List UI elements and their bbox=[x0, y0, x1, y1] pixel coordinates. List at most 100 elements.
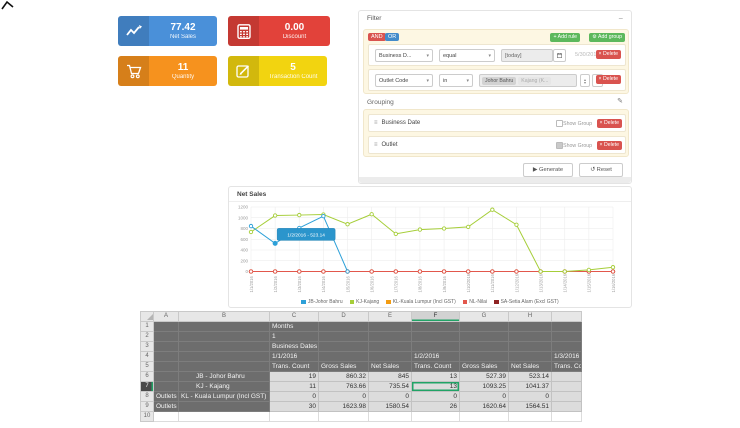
cell-I5[interactable]: Trans. Count bbox=[551, 361, 582, 372]
cell-A1[interactable] bbox=[153, 321, 179, 332]
chart-svg[interactable]: 0 200 400 600 800 1000 1200 1/1/2016 1/2/2016 1/3… bbox=[229, 203, 633, 295]
cell-G5[interactable]: Gross Sales bbox=[459, 361, 509, 372]
calendar-icon[interactable] bbox=[553, 49, 566, 62]
cell-A10[interactable] bbox=[153, 411, 179, 422]
col-header-E[interactable]: E bbox=[368, 311, 412, 322]
cell-F5[interactable]: Trans. Count bbox=[411, 361, 460, 372]
delete-grouping-button[interactable]: × Delete bbox=[596, 118, 622, 128]
row-header-7[interactable]: 7 bbox=[140, 381, 154, 392]
cell-G2[interactable] bbox=[459, 331, 509, 342]
cell-D3[interactable] bbox=[318, 341, 369, 352]
row-header-10[interactable]: 10 bbox=[140, 411, 154, 422]
cell-H7[interactable]: 1041.37 bbox=[508, 381, 552, 392]
cell-F4[interactable]: 1/2/2016 bbox=[411, 351, 460, 362]
cell-G1[interactable] bbox=[459, 321, 509, 332]
cell-I2[interactable] bbox=[551, 331, 582, 342]
cell-C7[interactable]: 11 bbox=[269, 381, 319, 392]
cell-B7[interactable]: KJ - Kajang bbox=[178, 381, 270, 392]
cell-F6[interactable]: 13 bbox=[411, 371, 460, 382]
cell-I8[interactable] bbox=[551, 391, 582, 402]
cell-F10[interactable] bbox=[411, 411, 460, 422]
cell-A6[interactable] bbox=[153, 371, 179, 382]
col-header-partial[interactable] bbox=[551, 311, 582, 322]
cell-A7[interactable] bbox=[153, 381, 179, 392]
cell-F9[interactable]: 26 bbox=[411, 401, 460, 412]
option-chip[interactable]: Kajang (K... bbox=[518, 76, 552, 85]
cell-G9[interactable]: 1620.64 bbox=[459, 401, 509, 412]
row-header-8[interactable]: 8 bbox=[140, 391, 154, 402]
collapse-icon[interactable]: − bbox=[618, 14, 623, 23]
row-header-2[interactable]: 2 bbox=[140, 331, 154, 342]
cell-C4[interactable]: 1/1/2016 bbox=[269, 351, 319, 362]
cell-F2[interactable] bbox=[411, 331, 460, 342]
cell-F7[interactable]: 13 bbox=[411, 381, 460, 392]
cell-E5[interactable]: Net Sales bbox=[368, 361, 412, 372]
row-header-5[interactable]: 5 bbox=[140, 361, 154, 372]
cell-C6[interactable]: 19 bbox=[269, 371, 319, 382]
col-header-G[interactable]: G bbox=[459, 311, 509, 322]
cell-F3[interactable] bbox=[411, 341, 460, 352]
cell-E2[interactable] bbox=[368, 331, 412, 342]
cell-B3[interactable] bbox=[178, 341, 270, 352]
cell-E6[interactable]: 845 bbox=[368, 371, 412, 382]
cell-C9[interactable]: 30 bbox=[269, 401, 319, 412]
cell-H1[interactable] bbox=[508, 321, 552, 332]
cell-I9[interactable] bbox=[551, 401, 582, 412]
delete-rule-button[interactable]: × Delete bbox=[595, 49, 621, 59]
col-header-F[interactable]: F bbox=[411, 311, 460, 322]
cell-H6[interactable]: 523.14 bbox=[508, 371, 552, 382]
cell-I7[interactable] bbox=[551, 381, 582, 392]
drag-handle-icon[interactable]: ≡ bbox=[374, 142, 378, 148]
cell-C8[interactable]: 0 bbox=[269, 391, 319, 402]
cell-F1[interactable] bbox=[411, 321, 460, 332]
legend-item[interactable]: NL-Nilai bbox=[462, 299, 487, 305]
legend-item[interactable]: SA-Setia Alam (Excl GST) bbox=[494, 299, 559, 305]
add-group-button[interactable]: ⚙ Add group bbox=[589, 32, 625, 42]
cell-H3[interactable] bbox=[508, 341, 552, 352]
row-header-1[interactable]: 1 bbox=[140, 321, 154, 332]
cell-H4[interactable] bbox=[508, 351, 552, 362]
operator-select[interactable]: in ▾ bbox=[439, 74, 473, 87]
cell-D2[interactable] bbox=[318, 331, 369, 342]
cell-A5[interactable] bbox=[153, 361, 179, 372]
cell-D1[interactable] bbox=[318, 321, 369, 332]
cell-E10[interactable] bbox=[368, 411, 412, 422]
show-group-checkbox[interactable] bbox=[556, 120, 563, 127]
cell-D6[interactable]: 860.32 bbox=[318, 371, 369, 382]
legend-item[interactable]: KJ-Kajang bbox=[349, 299, 379, 305]
cell-D9[interactable]: 1623.98 bbox=[318, 401, 369, 412]
cell-C2[interactable]: 1 bbox=[269, 331, 319, 342]
cell-C5[interactable]: Trans. Count bbox=[269, 361, 319, 372]
cell-D4[interactable] bbox=[318, 351, 369, 362]
generate-button[interactable]: ▶ Generate bbox=[523, 163, 573, 177]
pencil-icon[interactable]: ✎ bbox=[617, 97, 623, 105]
reset-button[interactable]: ↺ Reset bbox=[579, 163, 623, 177]
col-header-A[interactable]: A bbox=[153, 311, 179, 322]
cell-E8[interactable]: 0 bbox=[368, 391, 412, 402]
cell-B1[interactable] bbox=[178, 321, 270, 332]
cell-B9[interactable] bbox=[178, 401, 270, 412]
cell-B2[interactable] bbox=[178, 331, 270, 342]
cell-E7[interactable]: 735.54 bbox=[368, 381, 412, 392]
date-value-input[interactable]: [today] bbox=[501, 49, 553, 62]
cell-D10[interactable] bbox=[318, 411, 369, 422]
cell-A8[interactable]: Outlets bbox=[153, 391, 179, 402]
show-group-checkbox[interactable] bbox=[556, 142, 563, 149]
cell-F8[interactable]: 0 bbox=[411, 391, 460, 402]
cell-G7[interactable]: 1093.25 bbox=[459, 381, 509, 392]
row-header-9[interactable]: 9 bbox=[140, 401, 154, 412]
cell-A9[interactable]: Outlets bbox=[153, 401, 179, 412]
col-header-H[interactable]: H bbox=[508, 311, 552, 322]
or-badge[interactable]: OR bbox=[385, 33, 400, 41]
cell-C1[interactable]: Months bbox=[269, 321, 319, 332]
kpi-card-net-sales[interactable]: 77.42 Net Sales bbox=[118, 16, 217, 46]
kpi-card-discount[interactable]: 0.00 Discount bbox=[228, 16, 330, 46]
cell-C10[interactable] bbox=[269, 411, 319, 422]
cell-H2[interactable] bbox=[508, 331, 552, 342]
field-select[interactable]: Business D... ▾ bbox=[375, 49, 433, 62]
and-badge[interactable]: AND bbox=[368, 33, 386, 41]
cell-D5[interactable]: Gross Sales bbox=[318, 361, 369, 372]
cell-I1[interactable] bbox=[551, 321, 582, 332]
col-header-D[interactable]: D bbox=[318, 311, 369, 322]
delete-grouping-button[interactable]: × Delete bbox=[596, 140, 622, 150]
